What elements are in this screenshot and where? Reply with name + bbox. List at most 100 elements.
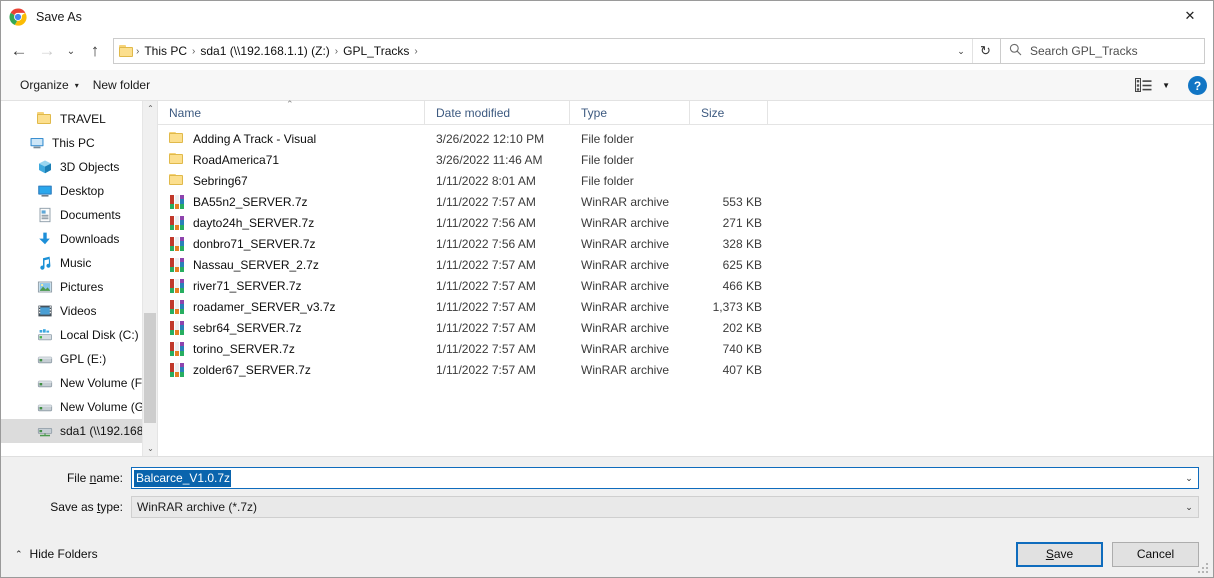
recent-locations-icon[interactable]: ⌄: [61, 36, 81, 66]
breadcrumb-item-sda1[interactable]: sda1 (\\192.168.1.1) (Z:): [196, 44, 333, 58]
chevron-down-icon[interactable]: ⌄: [1180, 497, 1198, 517]
refresh-icon[interactable]: ↻: [972, 39, 998, 63]
file-name-label-pre: File: [66, 471, 90, 485]
file-name-text: dayto24h_SERVER.7z: [193, 215, 315, 230]
save-as-type-label-pre: Save as: [50, 500, 97, 514]
table-row[interactable]: donbro71_SERVER.7z 1/11/2022 7:56 AM WinRA…: [158, 233, 1213, 254]
file-name-cell: Nassau_SERVER_2.7z: [158, 257, 425, 273]
sidebar-item-documents[interactable]: Documents: [1, 203, 157, 227]
table-row[interactable]: zolder67_SERVER.7z 1/11/2022 7:57 AM WinRA…: [158, 359, 1213, 380]
table-row[interactable]: roadamer_SERVER_v3.7z 1/11/2022 7:57 AM Wi…: [158, 296, 1213, 317]
resize-grip[interactable]: [1198, 563, 1210, 575]
chevron-down-icon[interactable]: ⌄: [1180, 468, 1198, 488]
file-date-cell: 1/11/2022 7:57 AM: [436, 299, 536, 314]
scroll-down-icon[interactable]: ⌄: [143, 441, 157, 456]
table-row[interactable]: BA55n2_SERVER.7z 1/11/2022 7:57 AM WinRAR …: [158, 191, 1213, 212]
breadcrumb-item-gpl-tracks[interactable]: GPL_Tracks: [339, 44, 413, 58]
search-input[interactable]: Search GPL_Tracks: [1001, 38, 1205, 64]
sidebar-item-gpl-e[interactable]: GPL (E:): [1, 347, 157, 371]
title-bar: Save As ✕: [1, 1, 1213, 32]
sidebar-item-music[interactable]: Music: [1, 251, 157, 275]
sidebar-item-new-volume-g[interactable]: New Volume (G:): [1, 395, 157, 419]
up-button[interactable]: ↑: [81, 36, 109, 66]
drive-icon: [37, 399, 53, 415]
cancel-button-label: Cancel: [1136, 547, 1175, 561]
file-name-text: Adding A Track - Visual: [193, 131, 317, 146]
column-header-name-label: Name: [169, 105, 202, 120]
breadcrumb-item-this-pc[interactable]: This PC: [140, 44, 191, 58]
file-type-cell: WinRAR archive: [581, 362, 670, 377]
sidebar-item-local-disk-c[interactable]: Local Disk (C:): [1, 323, 157, 347]
file-name-value[interactable]: Balcarce_V1.0.7z: [134, 469, 232, 487]
file-size-cell: 553 KB: [722, 194, 762, 209]
file-type-cell: File folder: [581, 152, 634, 167]
winrar-archive-icon: [169, 215, 185, 231]
sidebar-item-desktop[interactable]: Desktop: [1, 179, 157, 203]
column-header-name[interactable]: Name ⌃: [158, 100, 425, 124]
file-name-input[interactable]: Balcarce_V1.0.7z ⌄: [131, 467, 1199, 489]
sidebar-list: TRAVEL This PC 3D Objects Desktop Documents D…: [1, 101, 157, 443]
documents-icon: [37, 207, 53, 223]
local-disk-icon: [37, 327, 53, 343]
file-type-cell: File folder: [581, 173, 634, 188]
sidebar-item-this-pc[interactable]: This PC: [1, 131, 157, 155]
view-options-icon[interactable]: [1132, 75, 1154, 97]
table-row[interactable]: Sebring67 1/11/2022 8:01 AM File folder: [158, 170, 1213, 191]
table-row[interactable]: river71_SERVER.7z 1/11/2022 7:57 AM WinRAR…: [158, 275, 1213, 296]
scrollbar-thumb[interactable]: [144, 313, 156, 423]
help-button[interactable]: ?: [1188, 76, 1207, 95]
file-date-cell: 1/11/2022 7:57 AM: [436, 257, 536, 272]
table-row[interactable]: torino_SERVER.7z 1/11/2022 7:57 AM WinRAR …: [158, 338, 1213, 359]
file-type-cell: WinRAR archive: [581, 278, 670, 293]
file-name-text: Nassau_SERVER_2.7z: [193, 257, 319, 272]
table-row[interactable]: Nassau_SERVER_2.7z 1/11/2022 7:57 AM WinRA…: [158, 254, 1213, 275]
scroll-up-icon[interactable]: ⌃: [143, 101, 157, 116]
table-row[interactable]: dayto24h_SERVER.7z 1/11/2022 7:56 AM WinRA…: [158, 212, 1213, 233]
back-button[interactable]: ←: [5, 36, 33, 66]
winrar-archive-icon: [169, 236, 185, 252]
save-as-dialog: Save As ✕ ← → ⌄ ↑ › This PC › sda1 (\\19…: [0, 0, 1214, 578]
table-row[interactable]: RoadAmerica71 3/26/2022 11:46 AM File fold…: [158, 149, 1213, 170]
sidebar-item-downloads[interactable]: Downloads: [1, 227, 157, 251]
this-pc-icon: [29, 135, 45, 151]
music-icon: [37, 255, 53, 271]
drive-icon: [37, 351, 53, 367]
sidebar-item-label: Local Disk (C:): [60, 328, 139, 342]
column-header-date-modified[interactable]: Date modified: [425, 101, 570, 124]
organize-button[interactable]: Organize ▾: [13, 75, 86, 95]
save-as-type-value: WinRAR archive (*.7z): [137, 500, 258, 514]
column-header-type[interactable]: Type: [570, 101, 690, 124]
sidebar-item-new-volume-f[interactable]: New Volume (F:): [1, 371, 157, 395]
chevron-down-icon[interactable]: ⌄: [950, 39, 972, 63]
sidebar-item-pictures[interactable]: Pictures: [1, 275, 157, 299]
column-header-date-label: Date modified: [436, 105, 511, 120]
hide-folders-button[interactable]: ⌃ Hide Folders: [15, 547, 98, 561]
sidebar-item-videos[interactable]: Videos: [1, 299, 157, 323]
file-type-cell: WinRAR archive: [581, 257, 670, 272]
cancel-button[interactable]: Cancel: [1112, 541, 1199, 567]
sidebar-item-travel[interactable]: TRAVEL: [1, 107, 157, 131]
file-size-cell: 740 KB: [722, 341, 762, 356]
close-icon[interactable]: ✕: [1167, 1, 1213, 31]
file-date-cell: 1/11/2022 7:57 AM: [436, 320, 536, 335]
table-row[interactable]: Adding A Track - Visual 3/26/2022 12:10 P…: [158, 128, 1213, 149]
downloads-icon: [37, 231, 53, 247]
save-as-type-select[interactable]: WinRAR archive (*.7z) ⌄: [131, 496, 1199, 518]
view-options-caret-icon[interactable]: ▼: [1156, 81, 1176, 90]
column-header-size[interactable]: Size: [690, 101, 768, 124]
file-name-text: Sebring67: [193, 173, 248, 188]
file-date-cell: 3/26/2022 11:46 AM: [436, 152, 543, 167]
sidebar-item-3d-objects[interactable]: 3D Objects: [1, 155, 157, 179]
table-row[interactable]: sebr64_SERVER.7z 1/11/2022 7:57 AM WinRAR …: [158, 317, 1213, 338]
breadcrumb[interactable]: › This PC › sda1 (\\192.168.1.1) (Z:) › …: [113, 38, 1001, 64]
sidebar-scrollbar[interactable]: ⌃ ⌄: [142, 101, 157, 456]
new-folder-label: New folder: [92, 78, 151, 92]
save-button[interactable]: Save: [1016, 541, 1103, 567]
new-folder-button[interactable]: New folder: [86, 75, 157, 95]
file-size-cell: 328 KB: [722, 236, 762, 251]
winrar-archive-icon: [169, 257, 185, 273]
file-name-label: File name:: [15, 471, 131, 485]
file-size-cell: 271 KB: [722, 215, 762, 230]
sidebar-item-sda1-192-168-1[interactable]: sda1 (\\192.168.1: [1, 419, 157, 443]
forward-button[interactable]: →: [33, 36, 61, 66]
